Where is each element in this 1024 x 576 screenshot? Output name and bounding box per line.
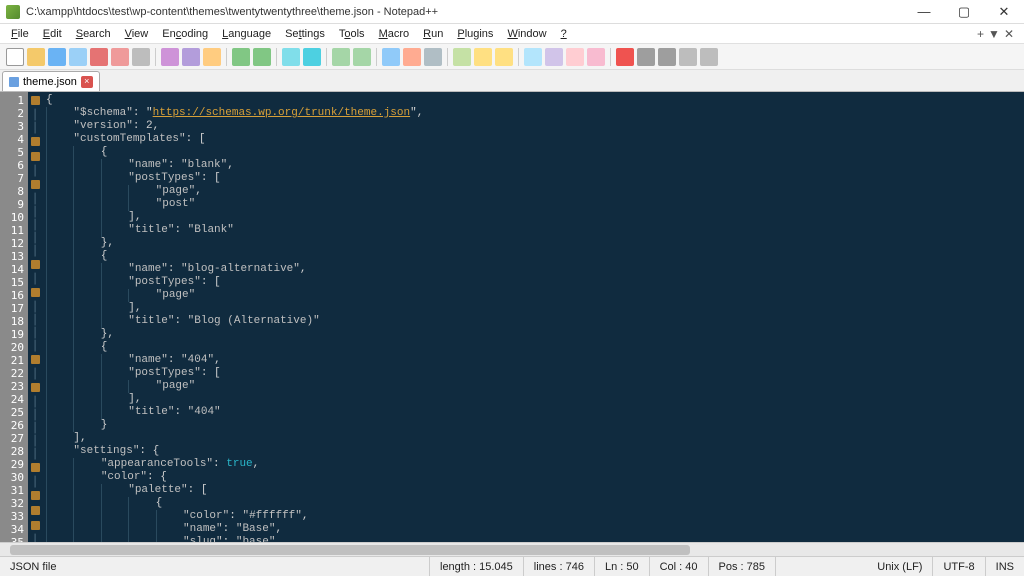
code-area[interactable]: { "$schema": "https://schemas.wp.org/tru… [42, 92, 1024, 542]
close-icon[interactable] [90, 48, 108, 66]
replace-icon[interactable] [303, 48, 321, 66]
toolbar-separator [326, 48, 327, 66]
line-number-gutter: 1234567891011121314151617181920212223242… [0, 92, 28, 542]
indent-icon[interactable] [453, 48, 471, 66]
menu-plugins[interactable]: Plugins [450, 26, 500, 42]
horizontal-scrollbar[interactable] [0, 542, 1024, 556]
toolbar-separator [276, 48, 277, 66]
close-button[interactable]: ✕ [984, 0, 1024, 24]
stop-icon[interactable] [637, 48, 655, 66]
toolbar-separator [226, 48, 227, 66]
toolbar-separator [447, 48, 448, 66]
undo-icon[interactable] [232, 48, 250, 66]
status-length: length : 15.045 [430, 557, 524, 576]
save-icon[interactable] [48, 48, 66, 66]
print-icon[interactable] [132, 48, 150, 66]
file-icon [9, 77, 19, 87]
menu-encoding[interactable]: Encoding [155, 26, 215, 42]
rec-icon[interactable] [616, 48, 634, 66]
wrap-icon[interactable] [403, 48, 421, 66]
tab-label: theme.json [23, 76, 77, 88]
func-icon[interactable] [545, 48, 563, 66]
playm-icon[interactable] [679, 48, 697, 66]
menu-view[interactable]: View [118, 26, 156, 42]
status-filetype: JSON file [0, 557, 430, 576]
find-icon[interactable] [282, 48, 300, 66]
menu-macro[interactable]: Macro [372, 26, 417, 42]
sync-icon[interactable] [382, 48, 400, 66]
titlebar: C:\xampp\htdocs\test\wp-content\themes\t… [0, 0, 1024, 24]
minimize-button[interactable]: — [904, 0, 944, 24]
fold-icon[interactable] [474, 48, 492, 66]
down-icon[interactable]: ▼ [988, 27, 1000, 41]
status-eol: Unix (LF) [867, 557, 933, 576]
menu-search[interactable]: Search [69, 26, 118, 42]
menubar-right: + ▼ ✕ [977, 27, 1024, 41]
paste-icon[interactable] [203, 48, 221, 66]
toolbar [0, 44, 1024, 70]
maximize-button[interactable]: ▢ [944, 0, 984, 24]
new-icon[interactable] [6, 48, 24, 66]
toolbar-separator [155, 48, 156, 66]
open-icon[interactable] [27, 48, 45, 66]
status-ln: Ln : 50 [595, 557, 650, 576]
unfold-icon[interactable] [495, 48, 513, 66]
statusbar: JSON file length : 15.045 lines : 746 Ln… [0, 556, 1024, 576]
doc-icon[interactable] [524, 48, 542, 66]
closeall-icon[interactable] [111, 48, 129, 66]
tab-close-icon[interactable]: × [81, 76, 93, 88]
status-col: Col : 40 [650, 557, 709, 576]
scrollbar-thumb[interactable] [10, 545, 690, 555]
menubar: FileEditSearchViewEncodingLanguageSettin… [0, 24, 1024, 44]
copy-icon[interactable] [182, 48, 200, 66]
status-mode: INS [986, 557, 1024, 576]
plus-icon[interactable]: + [977, 27, 984, 41]
menu-settings[interactable]: Settings [278, 26, 332, 42]
window-title: C:\xampp\htdocs\test\wp-content\themes\t… [26, 6, 438, 18]
play-icon[interactable] [658, 48, 676, 66]
status-pos: Pos : 785 [709, 557, 776, 576]
menu-tools[interactable]: Tools [332, 26, 372, 42]
redo-icon[interactable] [253, 48, 271, 66]
menu-run[interactable]: Run [416, 26, 450, 42]
status-lines: lines : 746 [524, 557, 595, 576]
map-icon[interactable] [566, 48, 584, 66]
toolbar-separator [376, 48, 377, 66]
menu-window[interactable]: Window [500, 26, 553, 42]
tabbar: theme.json × [0, 70, 1024, 92]
menu-edit[interactable]: Edit [36, 26, 69, 42]
allchars-icon[interactable] [424, 48, 442, 66]
window-controls: — ▢ ✕ [904, 0, 1024, 24]
status-encoding: UTF-8 [933, 557, 985, 576]
toolbar-separator [610, 48, 611, 66]
savem-icon[interactable] [700, 48, 718, 66]
saveall-icon[interactable] [69, 48, 87, 66]
docmap-icon[interactable] [587, 48, 605, 66]
menu-?[interactable]: ? [554, 26, 574, 42]
cut-icon[interactable] [161, 48, 179, 66]
menu-language[interactable]: Language [215, 26, 278, 42]
menu-file[interactable]: File [4, 26, 36, 42]
editor[interactable]: 1234567891011121314151617181920212223242… [0, 92, 1024, 542]
app-icon [6, 5, 20, 19]
fold-column[interactable]: ││││││││││││││││││││││││││ [28, 92, 42, 542]
zoomin-icon[interactable] [332, 48, 350, 66]
close-doc-icon[interactable]: ✕ [1004, 27, 1014, 41]
zoomout-icon[interactable] [353, 48, 371, 66]
toolbar-separator [518, 48, 519, 66]
tab-theme-json[interactable]: theme.json × [2, 71, 100, 91]
